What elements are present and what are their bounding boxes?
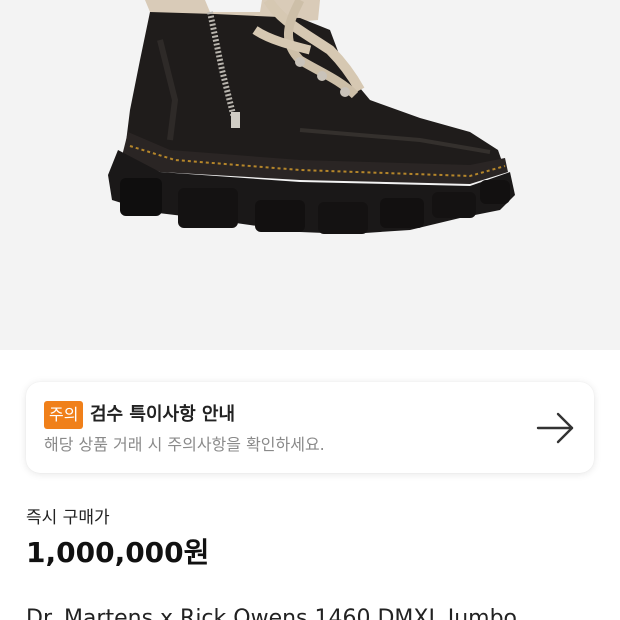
- product-title: Dr. Martens x Rick Owens 1460 DMXL Jumbo: [26, 606, 518, 620]
- boot-illustration: [108, 0, 515, 234]
- inspection-notice-card[interactable]: 주의 검수 특이사항 안내 해당 상품 거래 시 주의사항을 확인하세요.: [26, 382, 594, 473]
- instant-buy-price-label: 즉시 구매가: [26, 508, 110, 528]
- notice-description: 해당 상품 거래 시 주의사항을 확인하세요.: [44, 435, 325, 454]
- caution-badge: 주의: [44, 401, 84, 429]
- product-detail-page: 주의 검수 특이사항 안내 해당 상품 거래 시 주의사항을 확인하세요. 즉시…: [0, 0, 620, 620]
- product-image[interactable]: [0, 0, 620, 350]
- notice-title: 검수 특이사항 안내: [90, 404, 236, 425]
- instant-buy-price: 1,000,000원: [26, 536, 210, 569]
- arrow-right-icon: [536, 412, 574, 444]
- notice-arrow-button[interactable]: [534, 406, 578, 450]
